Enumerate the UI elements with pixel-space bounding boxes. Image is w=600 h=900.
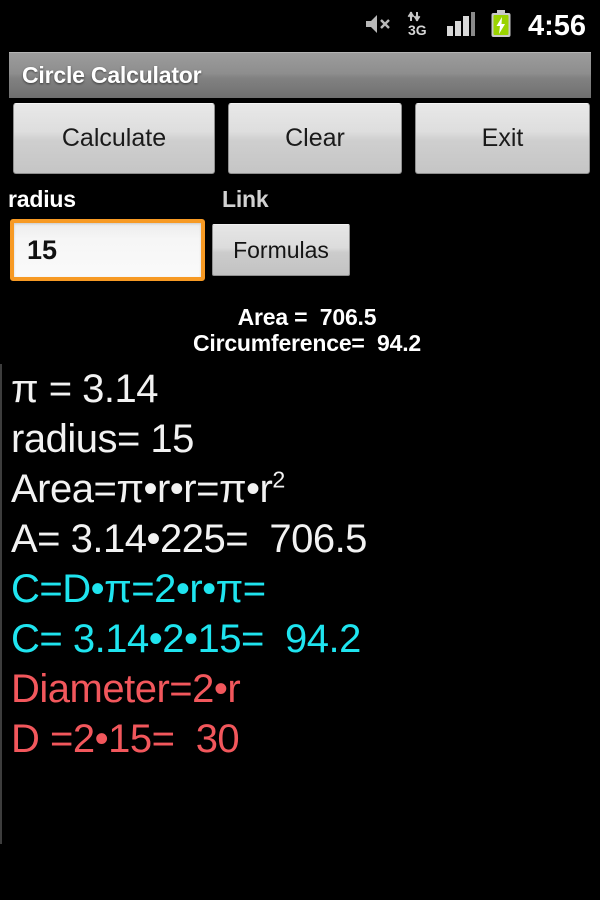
circumference-result: Circumference= 94.2 — [192, 330, 422, 356]
formula-pi: π = 3.14 — [11, 367, 159, 411]
input-section: radius Link Formulas — [0, 177, 600, 295]
radius-input[interactable] — [10, 219, 205, 281]
volume-mute-icon — [364, 12, 392, 41]
svg-text:3G: 3G — [408, 22, 427, 37]
formula-scroll-area[interactable]: π = 3.14 radius= 15 Area=π•r•r=π•r2 A= 3… — [0, 364, 600, 844]
action-button-row: Calculate Clear Exit — [0, 103, 600, 177]
radius-label: radius — [8, 186, 76, 212]
app-title-bar: Circle Calculator — [9, 52, 591, 98]
clear-button[interactable]: Clear — [228, 103, 402, 174]
formula-area-value: A= 3.14•225= 706.5 — [11, 517, 367, 561]
results-summary: Area = 706.5 Circumference= 94.2 — [0, 295, 600, 356]
signal-bars-icon — [446, 11, 476, 42]
formula-circumference-expression: C=D•π=2•r•π= — [11, 567, 266, 611]
status-bar: 3G 4:56 — [0, 0, 600, 52]
app-title: Circle Calculator — [22, 62, 202, 88]
area-result: Area = 706.5 — [237, 304, 377, 330]
data-3g-icon: 3G — [406, 11, 432, 42]
formula-area-expression-text: Area=π•r•r=π•r — [11, 467, 273, 511]
formula-diameter-expression: Diameter=2•r — [11, 667, 241, 711]
app-screen: 3G 4:56 Circle Calculator Calculate Clea… — [0, 0, 600, 900]
formula-circumference-value: C= 3.14•2•15= 94.2 — [11, 617, 361, 661]
battery-charging-icon — [490, 9, 512, 43]
exit-button[interactable]: Exit — [415, 103, 590, 174]
formula-area-expression: Area=π•r•r=π•r2 — [2, 464, 600, 514]
calculate-button[interactable]: Calculate — [13, 103, 215, 174]
status-bar-clock: 4:56 — [527, 9, 586, 42]
formula-diameter-value: D =2•15= 30 — [11, 717, 240, 761]
status-icon-group: 3G — [364, 9, 512, 43]
formula-area-exponent: 2 — [272, 466, 285, 493]
link-label: Link — [222, 186, 269, 212]
formula-radius: radius= 15 — [11, 417, 194, 461]
formulas-button[interactable]: Formulas — [212, 224, 350, 276]
